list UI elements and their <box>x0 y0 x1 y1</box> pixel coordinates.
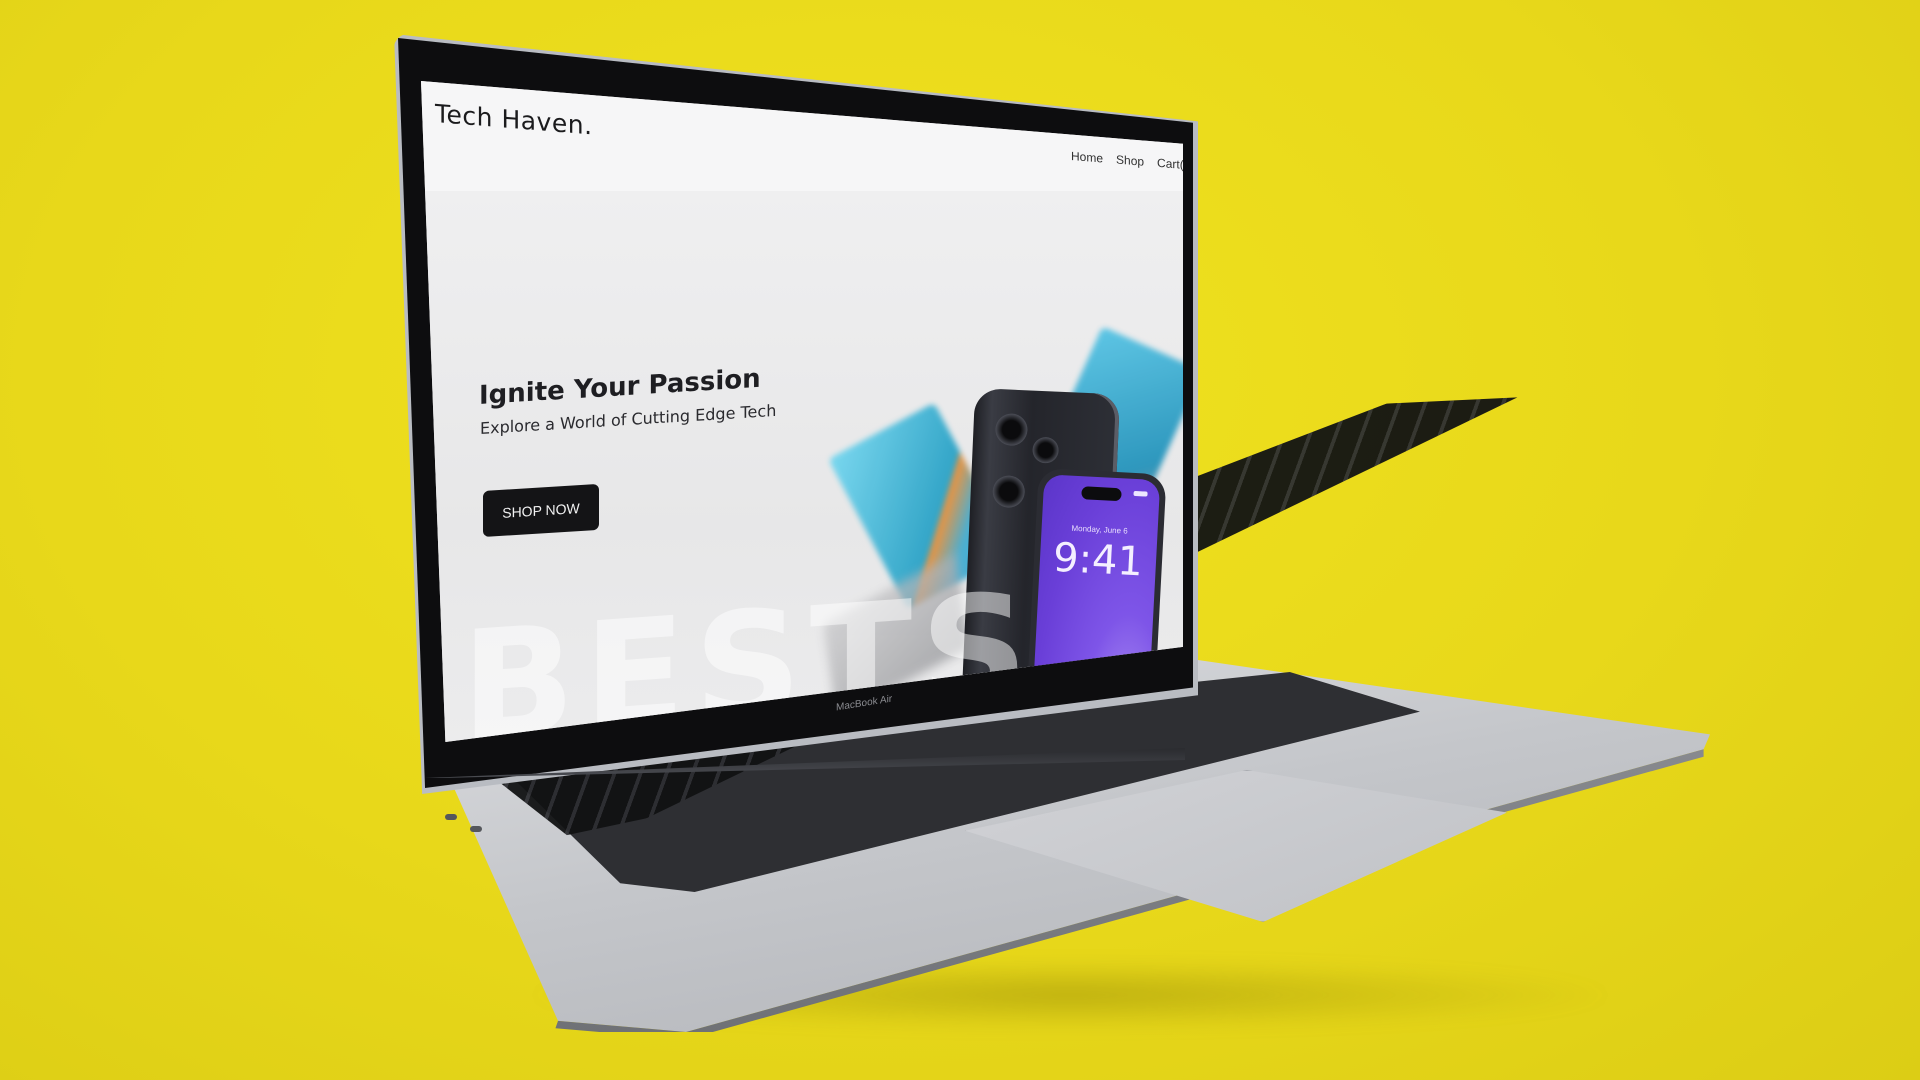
usb-c-port <box>470 826 482 832</box>
website: Tech Haven. Home Shop Cart(1) Monday, Ju… <box>421 81 1183 742</box>
mockup-scene: Tech Haven. Home Shop Cart(1) Monday, Ju… <box>0 0 1920 1080</box>
nav-home-link[interactable]: Home <box>1071 149 1103 166</box>
camera-lens-icon <box>994 412 1029 447</box>
lockscreen-time: 9:41 <box>1051 534 1145 586</box>
camera-lens-icon <box>992 474 1026 509</box>
nav-shop-link[interactable]: Shop <box>1116 153 1144 169</box>
shop-now-button[interactable]: SHOP NOW <box>483 483 599 537</box>
dynamic-island <box>1081 486 1122 502</box>
hero-section: Monday, June 6 9:41 Ignite Your Passion … <box>421 191 1183 742</box>
nav-cart-link[interactable]: Cart(1) <box>1157 156 1183 173</box>
site-logo[interactable]: Tech Haven. <box>435 99 593 140</box>
laptop-screen: Tech Haven. Home Shop Cart(1) Monday, Ju… <box>421 81 1183 742</box>
usb-c-port <box>445 814 457 820</box>
main-nav: Home Shop Cart(1) <box>1071 149 1183 173</box>
camera-lens-icon <box>1032 436 1060 464</box>
battery-icon <box>1133 490 1148 497</box>
